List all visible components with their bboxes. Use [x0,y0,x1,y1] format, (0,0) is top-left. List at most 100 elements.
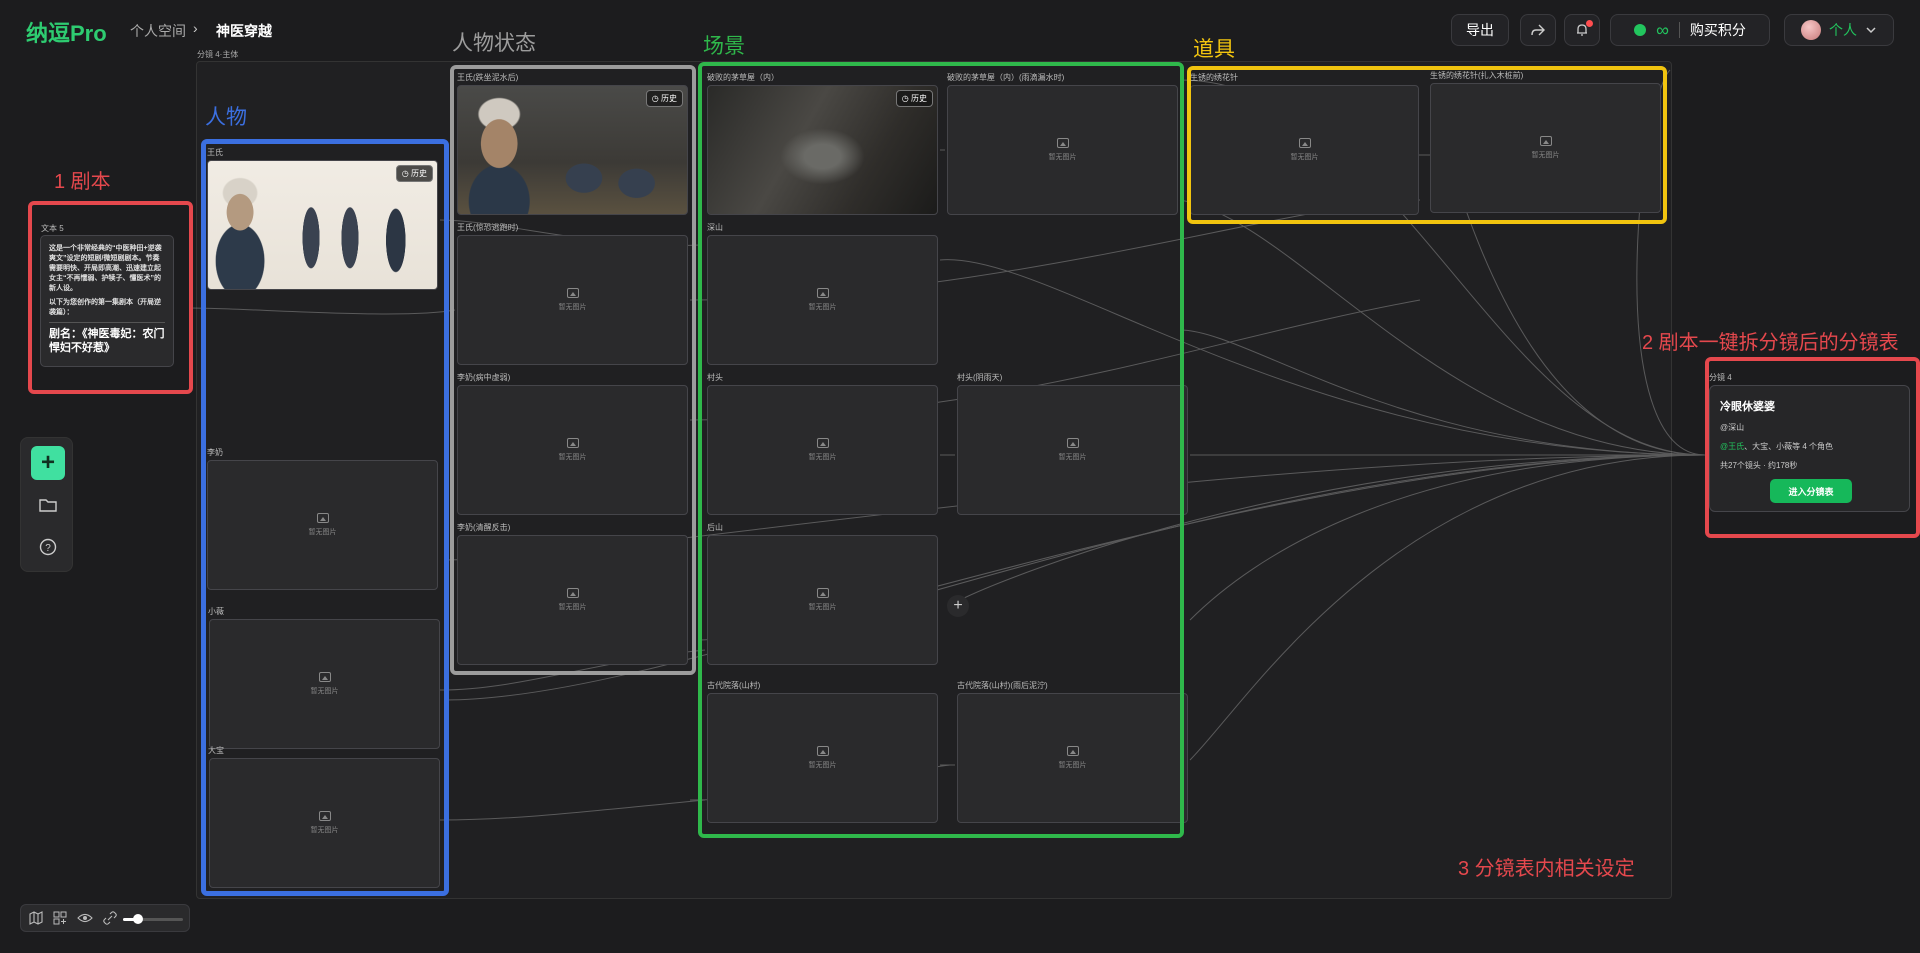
character-card-image[interactable]: ◷ 历史 [207,160,438,290]
canvas-bottom-bar [20,904,190,932]
shot-table-summary: 共27个镜头 · 约178秒 [1720,461,1798,470]
app-root: 纳逗Pro 个人空间 › 神医穿越 导出 ∞ 购买积分 个人 分镜 4·主体 人… [0,0,1920,953]
state-label: 李奶(病中虚弱) [457,373,511,382]
script-paragraph: 这是一个非常经典的“中医种田+逆袭爽文”设定的短剧/微短剧剧本。节奏需要明快、开… [49,245,162,292]
shot-table-scene: @深山 [1720,423,1745,432]
script-paragraph: 以下为您创作的第一集剧本（开局逆袭篇）： [49,299,161,316]
prop-label: 生锈的绣花针(扎入木桩前) [1430,71,1524,80]
placeholder-text: 暂无图片 [808,604,837,611]
script-divider [49,322,165,323]
state-label: 王氏(惊恐逃跑时) [457,223,519,232]
scene-label: 破败的茅草屋（内）(雨滴漏水时) [947,73,1065,82]
scene-card-placeholder[interactable]: 暂无图片 [947,85,1178,215]
placeholder-text: 暂无图片 [558,604,587,611]
state-card-image[interactable]: ◷ 历史 [457,85,688,215]
image-placeholder-icon [816,588,829,598]
history-badge[interactable]: ◷ 历史 [895,90,933,107]
left-toolbar: + ? [20,437,73,572]
placeholder-text: 暂无图片 [1531,152,1560,159]
character-card-placeholder[interactable]: 暂无图片 [207,460,438,590]
shot-table-characters: @王氏、大宝、小薇等 4 个角色 [1720,441,1899,452]
scene-label: 村头(阴雨天) [957,373,1003,382]
state-label: 李奶(清醒反击) [457,523,511,532]
placeholder-text: 暂无图片 [310,827,339,834]
link-icon[interactable] [103,911,117,925]
state-card-placeholder[interactable]: 暂无图片 [457,535,688,665]
shot-table-title: 冷眼休婆婆 [1720,401,1775,413]
image-placeholder-icon [566,588,579,598]
image-placeholder-icon [318,672,331,682]
scene-card-placeholder[interactable]: 暂无图片 [707,235,938,365]
image-placeholder-icon [566,438,579,448]
image-placeholder-icon [1298,138,1311,148]
add-node-button[interactable]: + [947,595,969,617]
scene-label: 古代院落(山村) [707,681,761,690]
scene-card-placeholder[interactable]: 暂无图片 [707,385,938,515]
character-mention: @王氏 [1720,442,1745,451]
enter-shot-table-button[interactable]: 进入分镜表 [1770,479,1852,503]
image-placeholder-icon [316,513,329,523]
placeholder-text: 暂无图片 [558,454,587,461]
scene-card-image[interactable]: ◷ 历史 [707,85,938,215]
plus-icon: + [40,449,55,476]
section-title-props: 道具 [1193,38,1235,61]
scene-label: 后山 [707,523,723,532]
folder-icon [39,499,57,512]
image-placeholder-icon [1066,746,1079,756]
section-title-character-states: 人物状态 [452,32,536,55]
zoom-slider-knob[interactable] [133,914,143,924]
image-placeholder-icon [1056,138,1069,148]
placeholder-text: 暂无图片 [558,304,587,311]
zoom-slider[interactable] [123,914,183,924]
annotation-settings: 3 分镜表内相关设定 [1458,858,1635,880]
scene-label: 破败的茅草屋（内） [707,73,779,82]
annotation-shot-table: 2 剧本一键拆分镜后的分镜表 [1642,332,1899,354]
svg-text:?: ? [45,543,51,554]
prop-card-placeholder[interactable]: 暂无图片 [1190,85,1419,215]
open-folder-tool[interactable] [31,488,65,522]
layout-icon[interactable] [53,911,67,925]
shot-table-label: 分镜 4 [1709,373,1732,382]
image-placeholder-icon [318,811,331,821]
prop-label: 生锈的绣花针 [1190,73,1238,82]
character-list: 、大宝、小薇等 4 个角色 [1744,442,1834,451]
state-card-placeholder[interactable]: 暂无图片 [457,235,688,365]
prop-card-placeholder[interactable]: 暂无图片 [1430,83,1661,213]
scene-card-placeholder[interactable]: 暂无图片 [957,385,1188,515]
image-placeholder-icon [1066,438,1079,448]
history-badge[interactable]: ◷ 历史 [645,90,683,107]
shot-table-card[interactable]: 冷眼休婆婆 @深山 @王氏、大宝、小薇等 4 个角色 共27个镜头 · 约178… [1709,385,1910,512]
placeholder-text: 暂无图片 [1048,154,1077,161]
eye-icon[interactable] [77,911,93,925]
add-node-tool[interactable]: + [31,446,65,480]
character-card-placeholder[interactable]: 暂无图片 [209,619,440,749]
placeholder-text: 暂无图片 [310,688,339,695]
placeholder-text: 暂无图片 [808,304,837,311]
placeholder-text: 暂无图片 [1290,154,1319,161]
script-label: 文本 5 [41,224,64,233]
character-card-placeholder[interactable]: 暂无图片 [209,758,440,888]
character-label: 大宝 [208,746,224,755]
section-title-scenes: 场景 [703,35,745,58]
scene-label: 村头 [707,373,723,382]
help-tool[interactable]: ? [31,530,65,564]
placeholder-text: 暂无图片 [1058,762,1087,769]
scene-card-placeholder[interactable]: 暂无图片 [957,693,1188,823]
character-label: 李奶 [207,448,223,457]
map-icon[interactable] [29,911,43,925]
history-badge[interactable]: ◷ 历史 [395,165,433,182]
placeholder-text: 暂无图片 [808,762,837,769]
help-icon: ? [39,538,57,556]
scene-label: 深山 [707,223,723,232]
placeholder-text: 暂无图片 [308,529,337,536]
scene-card-placeholder[interactable]: 暂无图片 [707,693,938,823]
section-title-characters: 人物 [205,106,247,129]
state-card-placeholder[interactable]: 暂无图片 [457,385,688,515]
state-label: 王氏(跌坐泥水后) [457,73,519,82]
character-label: 小薇 [208,607,224,616]
character-label: 王氏 [207,148,223,157]
image-placeholder-icon [816,746,829,756]
scene-card-placeholder[interactable]: 暂无图片 [707,535,938,665]
placeholder-text: 暂无图片 [1058,454,1087,461]
script-card[interactable]: 这是一个非常经典的“中医种田+逆袭爽文”设定的短剧/微短剧剧本。节奏需要明快、开… [40,235,174,367]
